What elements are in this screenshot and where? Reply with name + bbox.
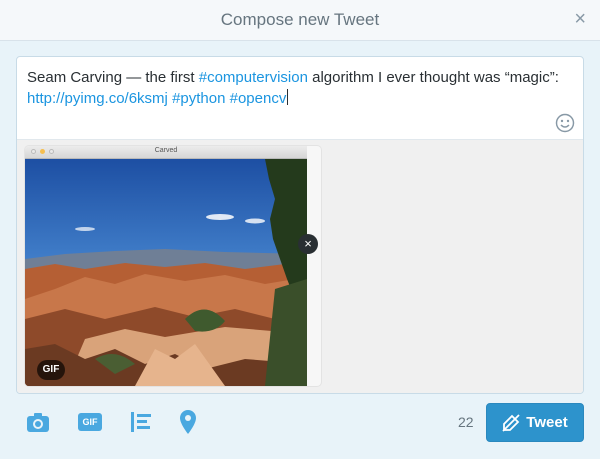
canyon-photo xyxy=(25,159,307,386)
window-title: Carved xyxy=(154,147,178,154)
tweet-text-input[interactable]: Seam Carving — the first #computervision… xyxy=(17,57,583,139)
hashtag-computervision[interactable]: #computervision xyxy=(199,69,308,86)
poll-icon[interactable] xyxy=(131,412,153,432)
gif-badge: GIF xyxy=(37,360,65,380)
hashtag-python[interactable]: #python xyxy=(172,90,225,107)
text-caret xyxy=(287,89,289,105)
camera-icon[interactable] xyxy=(26,412,50,434)
character-count: 22 xyxy=(458,414,474,430)
tweet-link[interactable]: http://pyimg.co/6ksmj xyxy=(27,90,168,107)
window-titlebar: Carved xyxy=(25,146,307,159)
tweet-composer: Seam Carving — the first #computervision… xyxy=(16,56,584,394)
media-attachment: Carved GIF xyxy=(25,146,321,386)
media-preview-area: Carved GIF × xyxy=(17,139,583,393)
location-icon[interactable] xyxy=(180,410,196,434)
compose-icon xyxy=(502,413,520,432)
tweet-button[interactable]: Tweet xyxy=(486,403,584,442)
dialog-header: Compose new Tweet × xyxy=(0,0,600,41)
remove-media-button[interactable]: × xyxy=(298,234,318,254)
tweet-text-segment: algorithm I ever thought was “magic”: xyxy=(307,69,559,86)
smiley-icon[interactable] xyxy=(555,113,575,133)
dialog-title: Compose new Tweet xyxy=(220,10,380,29)
tweet-text-segment: Seam Carving — the first xyxy=(27,69,199,86)
gif-icon[interactable]: GIF xyxy=(78,413,102,431)
close-icon[interactable]: × xyxy=(574,8,586,30)
hashtag-opencv[interactable]: #opencv xyxy=(230,90,287,107)
tweet-button-label: Tweet xyxy=(526,414,568,431)
